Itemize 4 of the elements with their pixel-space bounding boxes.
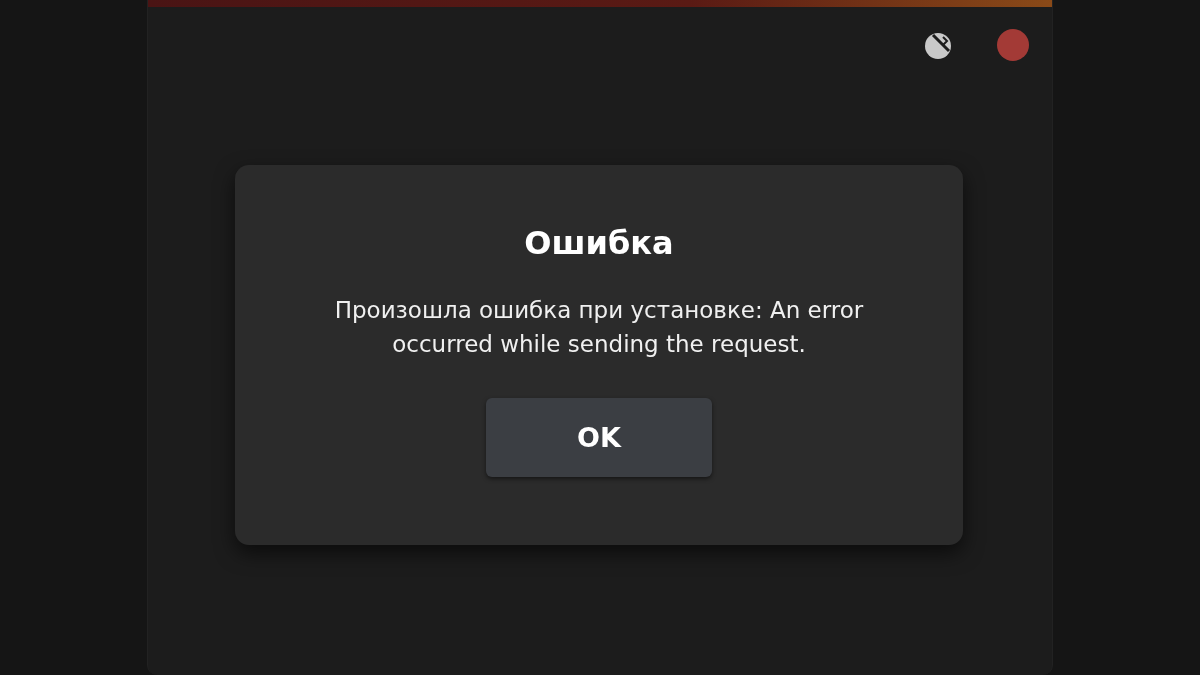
dialog-message: Произошла ошибка при установке: An error occurred while sending the request. bbox=[333, 296, 865, 359]
close-button[interactable] bbox=[997, 29, 1029, 61]
ok-button[interactable]: OK bbox=[486, 398, 712, 477]
dialog-title: Ошибка bbox=[524, 223, 674, 263]
